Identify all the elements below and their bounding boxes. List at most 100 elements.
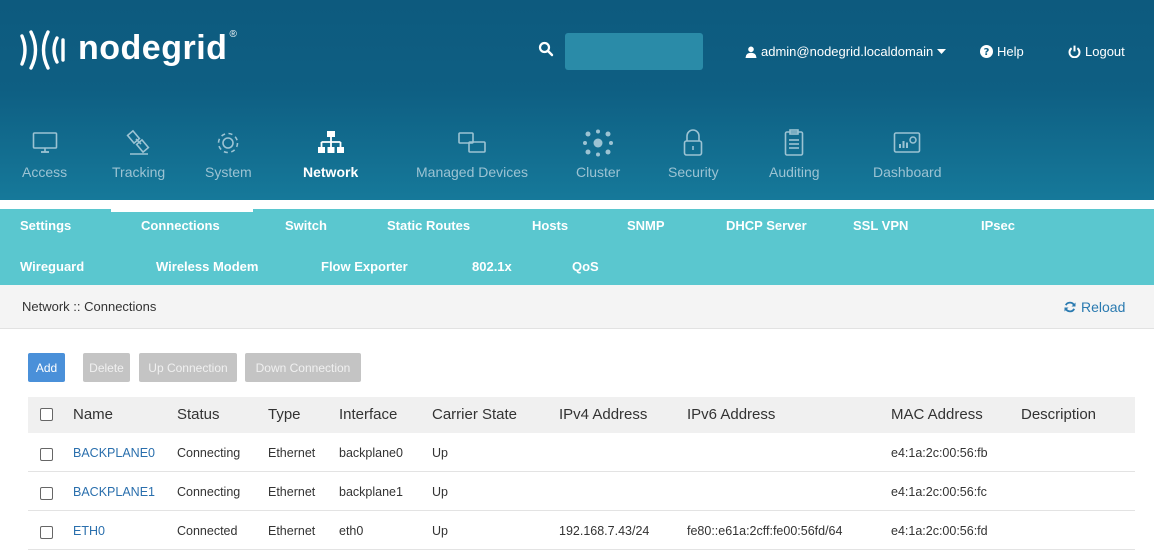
nav-label-access: Access: [22, 164, 68, 180]
down-connection-button[interactable]: Down Connection: [245, 353, 361, 382]
nav-label-security: Security: [668, 164, 719, 180]
power-icon: [1068, 45, 1081, 58]
cell-ipv4: 192.168.7.43/24: [559, 524, 650, 538]
nav-label-managed-devices: Managed Devices: [416, 164, 529, 180]
nav-label-dashboard: Dashboard: [873, 164, 942, 180]
clipboard-icon: [784, 129, 804, 156]
row-checkbox[interactable]: [40, 526, 53, 539]
logo-mark-icon: [20, 30, 65, 70]
subnav-ssl-vpn[interactable]: SSL VPN: [853, 218, 908, 233]
subnav-dhcp-server[interactable]: DHCP Server: [726, 218, 807, 233]
table-header: Name Status Type Interface Carrier State…: [28, 397, 1135, 433]
add-button[interactable]: Add: [28, 353, 65, 382]
nav-auditing[interactable]: Auditing: [769, 128, 820, 180]
column-header-carrier-state[interactable]: Carrier State: [432, 406, 517, 423]
column-header-ipv6-address[interactable]: IPv6 Address: [687, 406, 775, 423]
logo-text: nodegrid: [78, 28, 228, 67]
connection-name-link[interactable]: BACKPLANE1: [73, 485, 155, 499]
svg-text:?: ?: [984, 47, 990, 58]
registered-mark: ®: [229, 28, 237, 40]
subnav-wireless-modem[interactable]: Wireless Modem: [156, 259, 258, 274]
up-connection-button[interactable]: Up Connection: [139, 353, 237, 382]
cell-carrier-state: Up: [432, 446, 448, 460]
cell-interface: backplane1: [339, 485, 403, 499]
nav-security[interactable]: Security: [668, 128, 719, 180]
cell-carrier-state: Up: [432, 524, 448, 538]
network-icon: [317, 131, 344, 153]
help-link[interactable]: ? Help: [980, 44, 1024, 59]
connection-name-link[interactable]: BACKPLANE0: [73, 446, 155, 460]
cell-carrier-state: Up: [432, 485, 448, 499]
column-header-status[interactable]: Status: [177, 406, 220, 423]
breadcrumb-bar: Network :: Connections Reload: [0, 285, 1154, 329]
nodegrid-logo[interactable]: nodegrid ®: [18, 28, 237, 72]
subnav-switch[interactable]: Switch: [285, 218, 327, 233]
cell-mac: e4:1a:2c:00:56:fc: [891, 485, 987, 499]
subnav-snmp[interactable]: SNMP: [627, 218, 665, 233]
nav-managed-devices[interactable]: Managed Devices: [416, 128, 528, 180]
row-checkbox[interactable]: [40, 448, 53, 461]
column-header-name[interactable]: Name: [73, 406, 113, 423]
cell-mac: e4:1a:2c:00:56:fd: [891, 524, 988, 538]
column-header-interface[interactable]: Interface: [339, 406, 397, 423]
nav-label-system: System: [205, 164, 252, 180]
row-checkbox[interactable]: [40, 487, 53, 500]
logout-link[interactable]: Logout: [1068, 44, 1125, 59]
dashboard-icon: [893, 132, 921, 153]
subnav-ipsec[interactable]: IPsec: [981, 218, 1015, 233]
user-menu[interactable]: admin@nodegrid.localdomain: [745, 44, 947, 59]
cell-type: Ethernet: [268, 524, 316, 538]
subnav-wireguard[interactable]: Wireguard: [20, 259, 84, 274]
search-icon[interactable]: [538, 41, 554, 57]
cell-ipv6: fe80::e61a:2cff:fe00:56fd/64: [687, 524, 843, 538]
nav-label-network: Network: [303, 164, 359, 180]
devices-icon: [458, 132, 486, 153]
nav-tracking[interactable]: Tracking: [112, 128, 165, 180]
user-name: admin@nodegrid.localdomain: [761, 44, 934, 59]
nav-label-cluster: Cluster: [576, 164, 621, 180]
breadcrumb: Network :: Connections: [22, 299, 157, 314]
cell-interface: eth0: [339, 524, 364, 538]
column-header-type[interactable]: Type: [268, 406, 301, 423]
main-navigation: Access Tracking System Network Managed D…: [0, 128, 1154, 200]
reload-label: Reload: [1081, 299, 1126, 315]
cell-status: Connecting: [177, 485, 241, 499]
subnav-hosts[interactable]: Hosts: [532, 218, 568, 233]
nav-label-auditing: Auditing: [769, 164, 820, 180]
nav-system[interactable]: System: [205, 128, 252, 180]
column-header-ipv4-address[interactable]: IPv4 Address: [559, 406, 647, 423]
subnav-settings[interactable]: Settings: [20, 218, 71, 233]
top-header: nodegrid ® admin@nodegrid.localdomain ? …: [0, 0, 1154, 200]
refresh-icon: [1064, 301, 1076, 313]
subnav-qos[interactable]: QoS: [572, 259, 599, 274]
column-header-description[interactable]: Description: [1021, 406, 1096, 423]
table-row: BACKPLANE1 Connecting Ethernet backplane…: [28, 475, 1135, 511]
nav-dashboard[interactable]: Dashboard: [873, 128, 942, 180]
active-tab-indicator: [111, 209, 253, 212]
help-label: Help: [997, 44, 1024, 59]
subnav-flow-exporter[interactable]: Flow Exporter: [321, 259, 408, 274]
reload-button[interactable]: Reload: [1064, 299, 1125, 315]
cell-status: Connecting: [177, 446, 241, 460]
subnav-connections[interactable]: Connections: [141, 218, 220, 233]
sub-navigation: Settings Connections Switch Static Route…: [0, 209, 1154, 285]
question-circle-icon: ?: [980, 45, 993, 58]
monitor-icon: [32, 132, 57, 153]
table-row: BACKPLANE0 Connecting Ethernet backplane…: [28, 436, 1135, 472]
column-header-mac-address[interactable]: MAC Address: [891, 406, 983, 423]
connection-name-link[interactable]: ETH0: [73, 524, 105, 538]
subnav-802-1x[interactable]: 802.1x: [472, 259, 512, 274]
nav-access[interactable]: Access: [22, 128, 67, 180]
cell-type: Ethernet: [268, 446, 316, 460]
cluster-icon: [583, 129, 614, 157]
delete-button[interactable]: Delete: [83, 353, 130, 382]
subnav-static-routes[interactable]: Static Routes: [387, 218, 470, 233]
nav-cluster[interactable]: Cluster: [576, 128, 620, 180]
cell-status: Connected: [177, 524, 238, 538]
cell-type: Ethernet: [268, 485, 316, 499]
lock-icon: [683, 129, 703, 156]
select-all-checkbox[interactable]: [40, 408, 53, 421]
search-input[interactable]: [565, 33, 703, 70]
nav-network[interactable]: Network: [303, 128, 358, 180]
nav-label-tracking: Tracking: [112, 164, 166, 180]
